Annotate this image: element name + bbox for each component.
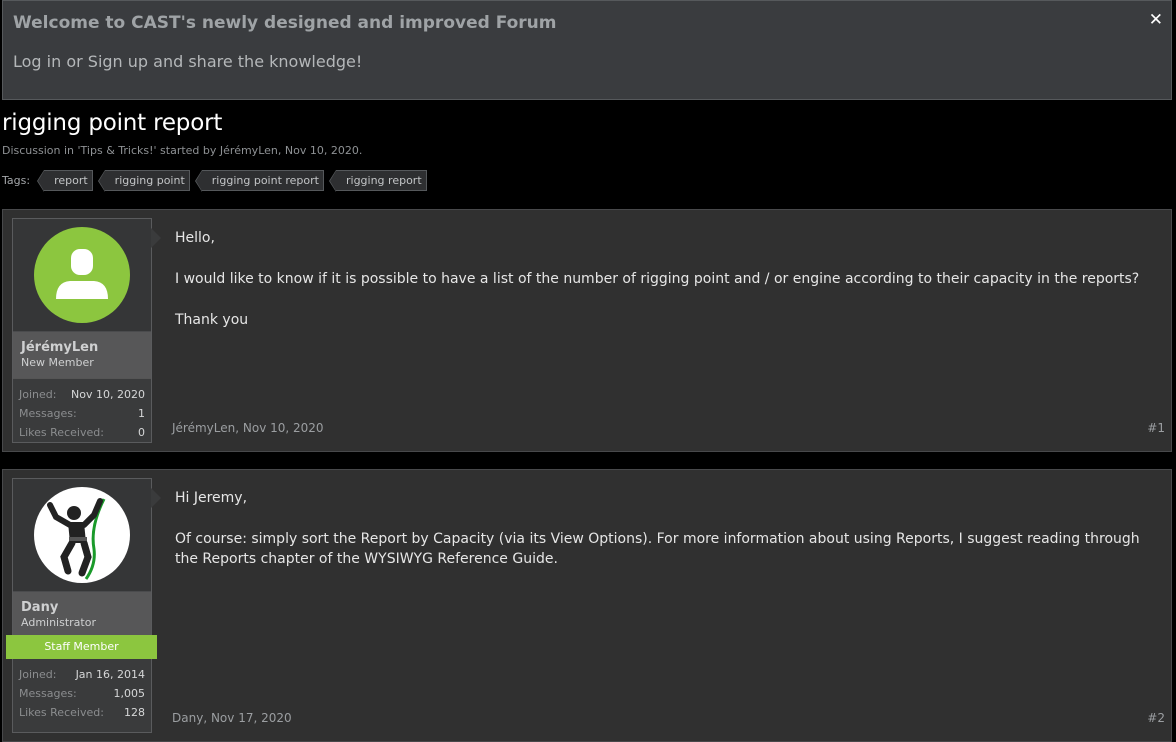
post-attribution: JérémyLen, Nov 10, 2020: [172, 421, 324, 435]
post: Dany Administrator Joined: Jan 16, 2014 …: [2, 469, 1172, 742]
name-block: JérémyLen New Member: [13, 331, 151, 378]
close-icon[interactable]: ✕: [1149, 11, 1163, 29]
stat-label: Likes Received:: [19, 706, 104, 719]
stat-value: Nov 10, 2020: [71, 388, 145, 401]
notice-title: Welcome to CAST's newly designed and imp…: [13, 13, 557, 33]
message-paragraph: Hello,: [175, 230, 215, 246]
message-body: Hi Jeremy, Of course: simply sort the Re…: [175, 488, 1155, 590]
username[interactable]: JérémyLen: [21, 340, 143, 356]
stat-joined: Joined: Jan 16, 2014: [19, 665, 145, 684]
user-card: JérémyLen New Member Joined: Nov 10, 202…: [12, 218, 152, 443]
climber-icon: [47, 498, 106, 580]
staff-member-badge: Staff Member: [6, 635, 157, 659]
message-paragraph: I would like to know if it is possible t…: [175, 271, 1140, 287]
avatar-area: [13, 479, 151, 591]
tag-list: Tags: report rigging point rigging point…: [2, 169, 433, 192]
stat-likes: Likes Received: 0: [19, 423, 145, 442]
message-paragraph: Of course: simply sort the Report by Cap…: [175, 531, 1140, 567]
stat-messages: Messages: 1,005: [19, 684, 145, 703]
stat-joined: Joined: Nov 10, 2020: [19, 385, 145, 404]
stat-messages: Messages: 1: [19, 404, 145, 423]
tag-item[interactable]: rigging report: [329, 169, 427, 192]
author-link[interactable]: JérémyLen: [220, 144, 278, 157]
tag-item[interactable]: rigging point report: [194, 169, 324, 192]
footer-date-link[interactable]: Nov 17, 2020: [211, 711, 292, 725]
stat-label: Messages:: [19, 687, 77, 700]
stat-value[interactable]: 1,005: [114, 684, 146, 703]
tag-item[interactable]: rigging point: [97, 169, 190, 192]
post-number-link[interactable]: #2: [1147, 711, 1165, 725]
forum-link[interactable]: 'Tips & Tricks!': [78, 144, 157, 157]
notice-text[interactable]: Log in or Sign up and share the knowledg…: [13, 51, 1161, 73]
message-body: Hello, I would like to know if it is pos…: [175, 228, 1155, 351]
stat-value: Jan 16, 2014: [75, 668, 145, 681]
welcome-notice: Welcome to CAST's newly designed and imp…: [2, 0, 1172, 100]
tag-item[interactable]: report: [37, 169, 93, 192]
user-title: Administrator: [21, 616, 96, 629]
stat-value: 128: [124, 706, 145, 719]
post-footer: Dany, Nov 17, 2020 #2: [172, 711, 1165, 725]
meta-end: .: [358, 144, 363, 157]
post-footer: JérémyLen, Nov 10, 2020 #1: [172, 421, 1165, 435]
card-arrow: [151, 228, 161, 248]
post-attribution: Dany, Nov 17, 2020: [172, 711, 292, 725]
avatar[interactable]: [34, 227, 130, 323]
thread-date-link[interactable]: Nov 10, 2020: [285, 144, 359, 157]
user-card: Dany Administrator Joined: Jan 16, 2014 …: [12, 478, 152, 733]
stat-value: 0: [138, 426, 145, 439]
footer-author-link[interactable]: Dany: [172, 711, 203, 725]
meta-prefix: Discussion in: [2, 144, 78, 157]
user-stats: Joined: Jan 16, 2014 Messages: 1,005 Lik…: [13, 658, 151, 722]
stat-label: Joined:: [19, 388, 57, 401]
meta-started-by: started by: [156, 144, 220, 157]
stat-likes: Likes Received: 128: [19, 703, 145, 722]
footer-author-link[interactable]: JérémyLen: [172, 421, 235, 435]
avatar[interactable]: [34, 487, 130, 583]
card-arrow: [151, 488, 161, 508]
meta-sep: ,: [277, 144, 285, 157]
thread-meta: Discussion in 'Tips & Tricks!' started b…: [2, 144, 362, 157]
stat-label: Joined:: [19, 668, 57, 681]
page-title: rigging point report: [2, 110, 223, 136]
post-number-link[interactable]: #1: [1147, 421, 1165, 435]
user-stats: Joined: Nov 10, 2020 Messages: 1 Likes R…: [13, 378, 151, 442]
avatar-area: [13, 219, 151, 331]
message-paragraph: Thank you: [175, 312, 249, 328]
post: JérémyLen New Member Joined: Nov 10, 202…: [2, 209, 1172, 452]
footer-date-link[interactable]: Nov 10, 2020: [243, 421, 324, 435]
tags-label: Tags:: [2, 173, 31, 187]
user-title: New Member: [21, 356, 94, 369]
stat-label: Messages:: [19, 407, 77, 420]
username[interactable]: Dany: [21, 600, 143, 616]
message-paragraph: Hi Jeremy,: [175, 490, 248, 506]
stat-label: Likes Received:: [19, 426, 104, 439]
default-user-icon: [56, 249, 108, 299]
stat-value[interactable]: 1: [138, 404, 145, 423]
